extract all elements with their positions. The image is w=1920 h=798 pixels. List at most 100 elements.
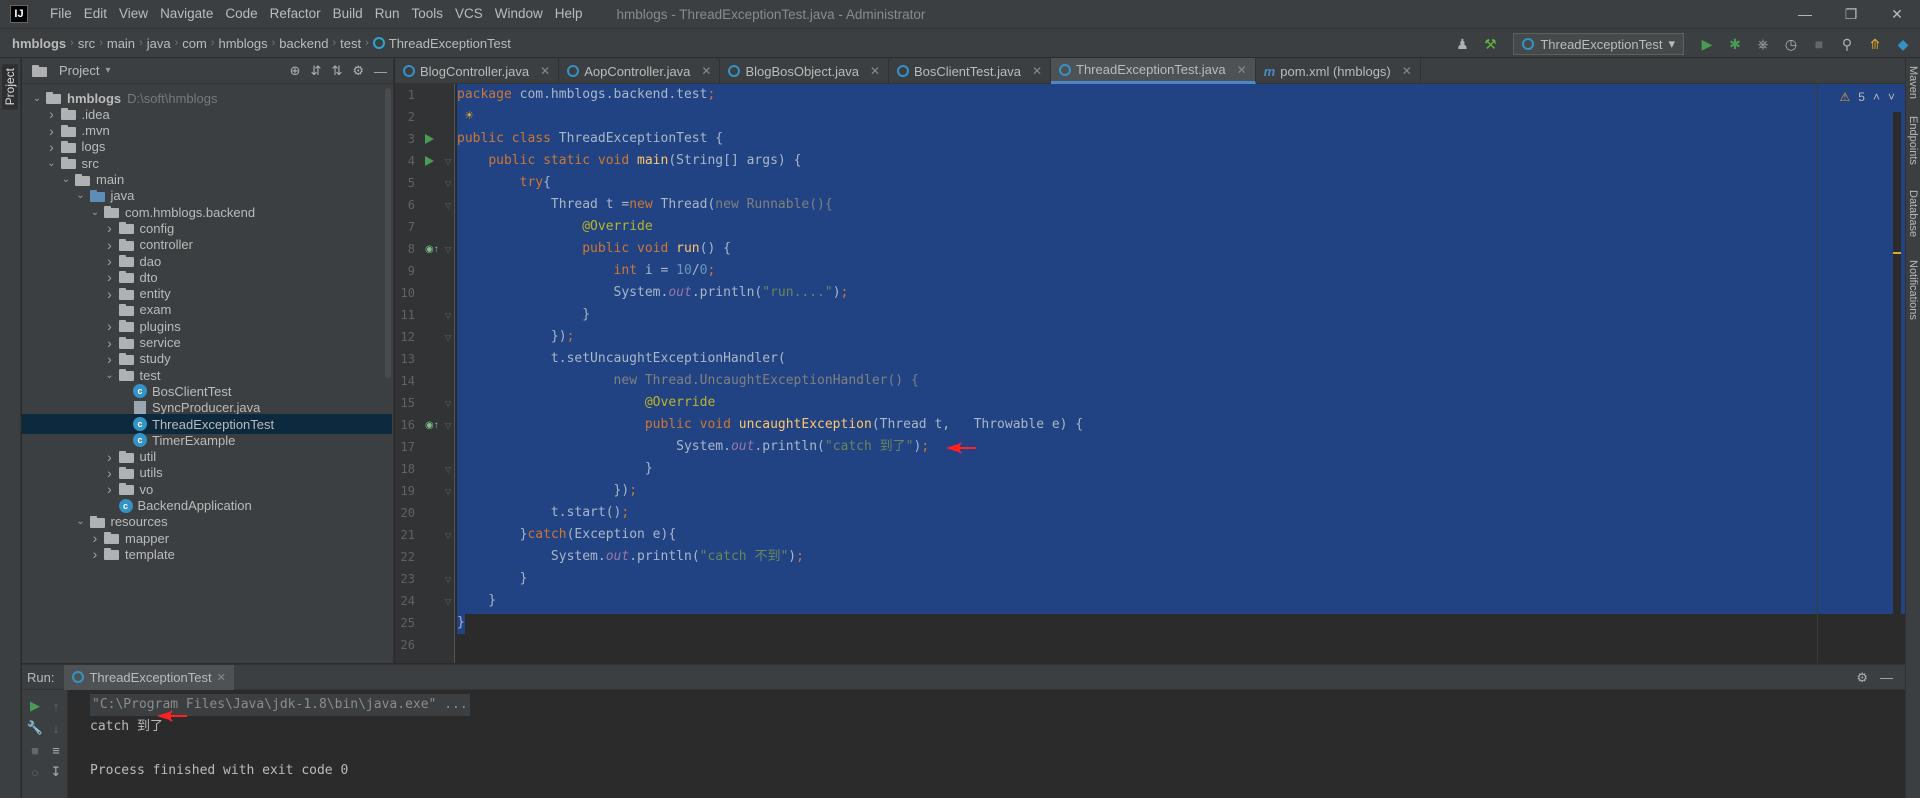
gear-icon[interactable]: ⚙ xyxy=(352,63,364,79)
run-icon[interactable]: ▶ xyxy=(1696,33,1718,55)
menu-edit[interactable]: Edit xyxy=(78,0,113,28)
scroll-up-icon[interactable]: ↑ xyxy=(46,696,66,716)
rerun-icon[interactable]: ▶ xyxy=(25,696,45,716)
tool-window-button-endpoints[interactable]: Endpoints xyxy=(1907,116,1919,165)
menu-help[interactable]: Help xyxy=(549,0,589,28)
override-icon[interactable]: ◉↑ xyxy=(425,238,439,260)
project-panel-title[interactable]: Project xyxy=(59,63,99,78)
chevron-down-icon[interactable]: ˅ xyxy=(1888,90,1895,104)
breadcrumb-item[interactable]: src xyxy=(78,36,95,51)
fold-icon[interactable]: ▽ xyxy=(445,568,453,590)
fold-icon[interactable]: ▽ xyxy=(445,238,453,260)
menu-build[interactable]: Build xyxy=(327,0,369,28)
editor-tab[interactable]: ThreadExceptionTest.java ✕ xyxy=(1051,58,1256,84)
user-icon[interactable]: ♟ xyxy=(1451,33,1473,55)
close-icon[interactable]: ✕ xyxy=(870,64,880,78)
stop-icon[interactable]: ■ xyxy=(25,740,45,760)
tool-window-button-notifications[interactable]: Notifications xyxy=(1907,260,1919,320)
menu-vcs[interactable]: VCS xyxy=(449,0,489,28)
tool-window-button-maven[interactable]: Maven xyxy=(1907,66,1919,99)
chevron-up-icon[interactable]: ˄ xyxy=(1873,90,1880,104)
profile-icon[interactable]: ◷ xyxy=(1780,33,1802,55)
editor-tab[interactable]: BlogBosObject.java ✕ xyxy=(720,58,889,84)
scroll-to-end-icon[interactable]: ↧ xyxy=(46,762,66,782)
warning-marker[interactable] xyxy=(1893,252,1901,254)
tool-window-button-database[interactable]: Database xyxy=(1907,190,1919,237)
run-tab[interactable]: ThreadExceptionTest ✕ xyxy=(64,664,234,690)
breadcrumb-item[interactable]: hmblogs xyxy=(218,36,267,51)
breadcrumb-item[interactable]: java xyxy=(147,36,171,51)
menu-code[interactable]: Code xyxy=(219,0,263,28)
fold-icon[interactable]: ▽ xyxy=(445,458,453,480)
close-icon[interactable]: ✕ xyxy=(701,64,711,78)
restore-button[interactable]: ❐ xyxy=(1828,0,1874,28)
code-editor[interactable]: 1 2 3 4 ▽ 5 ▽ 6 ▽ 7 8 ◉↑ ▽ 9 10 11 ▽ 12 ▽ 13 14 15 ▽ 16 ◉↑ ▽ 17 18 ▽… xyxy=(395,84,1905,663)
menu-run[interactable]: Run xyxy=(369,0,406,28)
close-icon[interactable]: ✕ xyxy=(217,671,226,684)
breadcrumb-item[interactable]: test xyxy=(340,36,361,51)
override-icon[interactable]: ◉↑ xyxy=(425,414,439,436)
menu-navigate[interactable]: Navigate xyxy=(154,0,219,28)
menu-view[interactable]: View xyxy=(113,0,154,28)
breadcrumb-item[interactable]: backend xyxy=(279,36,328,51)
run-gutter-icon[interactable] xyxy=(425,150,437,172)
search-icon[interactable]: ⚲ xyxy=(1836,33,1858,55)
expand-all-icon[interactable]: ⇵ xyxy=(311,63,322,79)
editor-tab[interactable]: BlogController.java ✕ xyxy=(395,58,560,84)
editor-tab[interactable]: AopController.java ✕ xyxy=(559,58,721,84)
tree-item[interactable]: › template xyxy=(22,544,392,564)
chevron-down-icon[interactable]: ⌄ xyxy=(88,207,102,218)
menu-file[interactable]: File xyxy=(44,0,78,28)
locate-icon[interactable]: ⊕ xyxy=(290,63,301,79)
minimize-button[interactable]: — xyxy=(1782,0,1828,28)
chevron-down-icon[interactable]: ⌄ xyxy=(59,174,73,185)
dump-icon[interactable]: ○ xyxy=(25,762,45,782)
intention-bulb-icon[interactable]: ☀ xyxy=(465,108,473,124)
chevron-down-icon[interactable]: ⌄ xyxy=(74,516,88,527)
menu-tools[interactable]: Tools xyxy=(405,0,449,28)
wrench-icon[interactable]: 🔧 xyxy=(25,718,45,738)
breadcrumb-item[interactable]: ThreadExceptionTest xyxy=(389,36,511,51)
fold-icon[interactable]: ▽ xyxy=(445,150,453,172)
editor-tab[interactable]: m pom.xml (hmblogs) ✕ xyxy=(1256,58,1421,84)
run-configuration-select[interactable]: ThreadExceptionTest ▾ xyxy=(1513,33,1684,55)
menu-window[interactable]: Window xyxy=(489,0,549,28)
stop-icon[interactable]: ■ xyxy=(1808,33,1830,55)
close-button[interactable]: ✕ xyxy=(1874,0,1920,28)
close-icon[interactable]: ✕ xyxy=(1032,64,1042,78)
chevron-right-icon[interactable]: › xyxy=(88,546,102,562)
scroll-down-icon[interactable]: ↓ xyxy=(46,718,66,738)
breadcrumb-item[interactable]: main xyxy=(107,36,135,51)
hide-icon[interactable]: — xyxy=(374,64,387,79)
editor-tab[interactable]: BosClientTest.java ✕ xyxy=(889,58,1052,84)
fold-icon[interactable]: ▽ xyxy=(445,590,453,612)
fold-icon[interactable]: ▽ xyxy=(445,392,453,414)
update-icon[interactable]: ⤊ xyxy=(1864,33,1886,55)
chevron-down-icon[interactable]: ⌄ xyxy=(103,370,117,381)
fold-icon[interactable]: ▽ xyxy=(445,524,453,546)
ide-plugin-icon[interactable]: ◆ xyxy=(1892,33,1914,55)
debug-icon[interactable]: ✱ xyxy=(1724,33,1746,55)
collapse-all-icon[interactable]: ⇅ xyxy=(331,63,342,79)
fold-icon[interactable]: ▽ xyxy=(445,480,453,502)
fold-icon[interactable]: ▽ xyxy=(445,414,453,436)
close-icon[interactable]: ✕ xyxy=(1237,63,1247,77)
close-icon[interactable]: ✕ xyxy=(540,64,550,78)
soft-wrap-icon[interactable]: ≡ xyxy=(46,740,66,760)
build-hammer-icon[interactable]: ⚒ xyxy=(1479,33,1501,55)
console-output[interactable]: "C:\Program Files\Java\jdk-1.8\bin\java.… xyxy=(80,690,1880,798)
fold-icon[interactable]: ▽ xyxy=(445,172,453,194)
inspection-widget[interactable]: ⚠ 5 ˄ ˅ xyxy=(1840,90,1895,104)
chevron-down-icon[interactable]: ⌄ xyxy=(30,93,44,104)
breadcrumb-item[interactable]: hmblogs xyxy=(12,36,66,51)
close-icon[interactable]: ✕ xyxy=(1402,64,1412,78)
chevron-down-icon[interactable]: ⌄ xyxy=(74,190,88,201)
code-area[interactable]: package com.hmblogs.backend.test; public … xyxy=(457,84,1905,663)
gear-icon[interactable]: ⚙ xyxy=(1856,670,1868,686)
menu-refactor[interactable]: Refactor xyxy=(264,0,327,28)
hide-icon[interactable]: — xyxy=(1880,670,1893,685)
coverage-icon[interactable]: ⎈ xyxy=(1752,33,1774,55)
fold-icon[interactable]: ▽ xyxy=(445,304,453,326)
project-tool-window-button[interactable]: Project xyxy=(2,64,18,110)
chevron-down-icon[interactable]: ⌄ xyxy=(45,158,59,169)
